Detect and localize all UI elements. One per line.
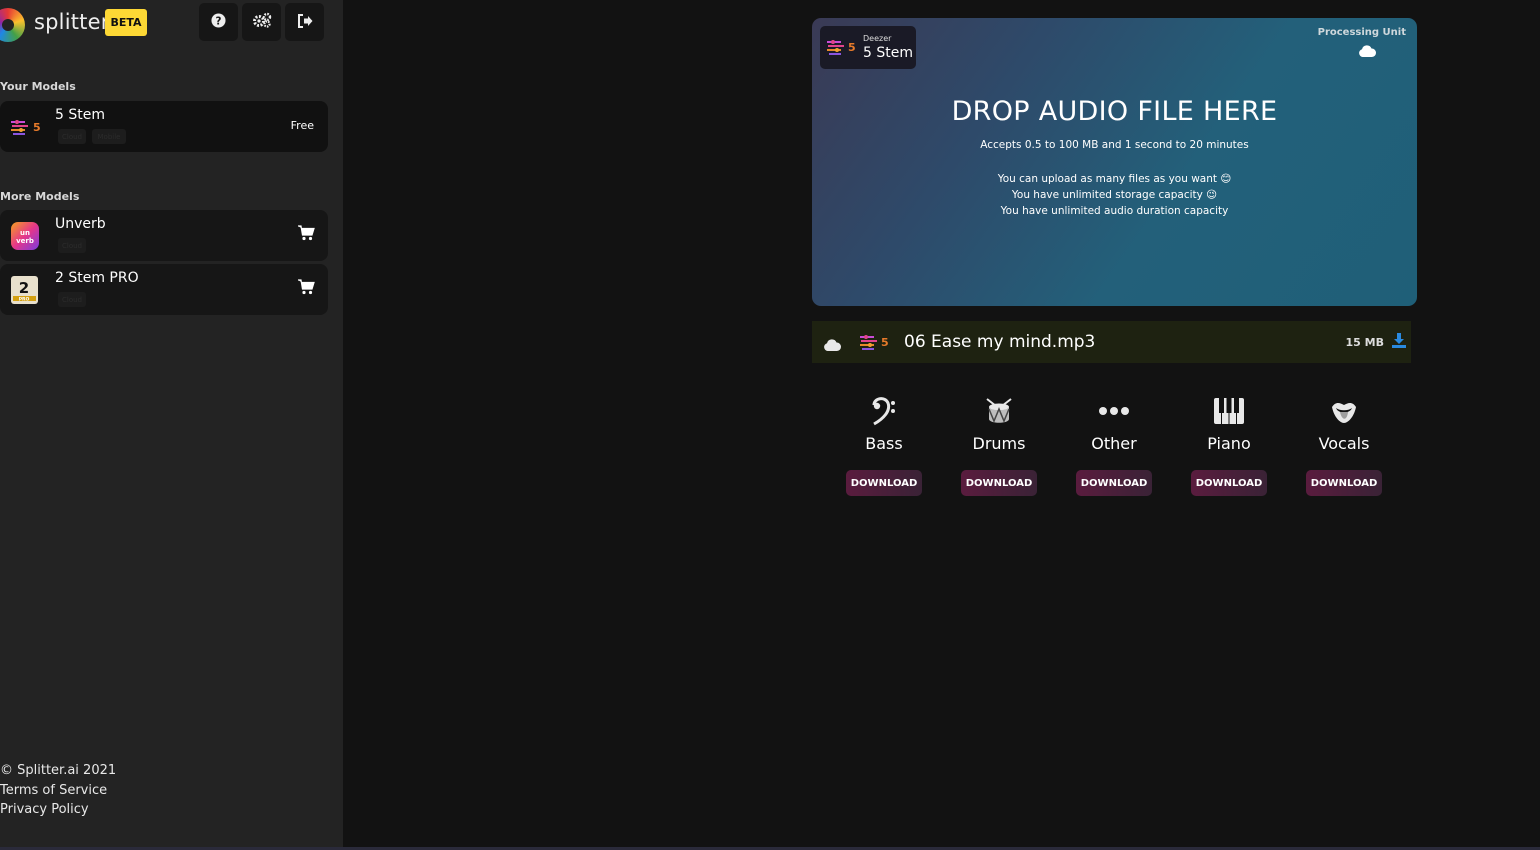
- svg-text:2: 2: [19, 279, 29, 297]
- drop-title: DROP AUDIO FILE HERE: [951, 96, 1278, 127]
- stem-label: Other: [1091, 434, 1137, 453]
- stem-label: Drums: [972, 434, 1026, 453]
- settings-button[interactable]: [242, 3, 281, 41]
- engine-provider: Deezer: [863, 34, 892, 43]
- file-row[interactable]: 5 06 Ease my mind.mp3 15 MB: [812, 321, 1411, 363]
- model-card-unverb[interactable]: un verb Unverb Cloud: [0, 210, 328, 261]
- mouth-icon: [1294, 392, 1394, 430]
- download-vocals-button[interactable]: DOWNLOAD: [1306, 470, 1382, 496]
- five-stem-thumb-icon: 5: [826, 38, 856, 60]
- accepts-text: Accepts 0.5 to 100 MB and 1 second to 20…: [980, 139, 1249, 151]
- five-stem-thumb-icon: 5: [9, 113, 41, 141]
- ellipsis-icon: [1064, 392, 1164, 430]
- cloud-icon: [823, 336, 842, 351]
- logo-icon[interactable]: [0, 8, 25, 42]
- model-price: Free: [290, 119, 314, 132]
- file-name: 06 Ease my mind.mp3: [904, 332, 1096, 352]
- unverb-thumb-icon: un verb: [9, 222, 40, 250]
- logout-button[interactable]: [285, 3, 324, 41]
- stem-label: Bass: [865, 434, 903, 453]
- file-size: 15 MB: [1345, 336, 1384, 349]
- download-drums-button[interactable]: DOWNLOAD: [961, 470, 1037, 496]
- sidebar: splitter BETA ? Your Models 5 5 Stem Clo…: [0, 0, 343, 850]
- stem-label: Vocals: [1318, 434, 1370, 453]
- svg-text:un: un: [20, 229, 30, 237]
- tag-cloud: Cloud: [58, 129, 86, 144]
- cart-icon[interactable]: [298, 225, 315, 245]
- svg-text:5: 5: [33, 121, 40, 134]
- help-button[interactable]: ?: [199, 3, 238, 41]
- stem-drums: Drums DOWNLOAD: [949, 392, 1049, 502]
- download-bass-button[interactable]: DOWNLOAD: [846, 470, 922, 496]
- svg-text:verb: verb: [16, 237, 34, 245]
- more-models-heading: More Models: [0, 190, 80, 203]
- terms-link[interactable]: Terms of Service: [0, 783, 107, 798]
- model-name: 2 Stem PRO: [55, 270, 139, 286]
- brand-name[interactable]: splitter: [34, 10, 110, 34]
- privacy-link[interactable]: Privacy Policy: [0, 802, 89, 817]
- tag-cloud: Cloud: [58, 238, 86, 253]
- engine-model: 5 Stem: [863, 45, 913, 61]
- model-name: Unverb: [55, 216, 106, 232]
- stem-piano: Piano DOWNLOAD: [1179, 392, 1279, 502]
- audio-dropzone[interactable]: 5 Deezer 5 Stem Processing Unit DROP AUD…: [812, 18, 1417, 306]
- beta-badge: BETA: [105, 9, 147, 36]
- engine-badge[interactable]: 5 Deezer 5 Stem: [820, 26, 916, 69]
- cloud-icon: [1358, 42, 1377, 57]
- cart-icon[interactable]: [298, 279, 315, 299]
- stem-other: Other DOWNLOAD: [1064, 392, 1164, 502]
- your-models-heading: Your Models: [0, 80, 76, 93]
- stem-label: Piano: [1207, 434, 1251, 453]
- copyright-text: © Splitter.ai 2021: [0, 763, 117, 778]
- tag-cloud: Cloud: [58, 292, 86, 307]
- model-card-2-stem-pro[interactable]: 2 PRO 2 Stem PRO Cloud: [0, 264, 328, 315]
- download-other-button[interactable]: DOWNLOAD: [1076, 470, 1152, 496]
- storage-info-text: You have unlimited storage capacity 😉: [1011, 189, 1218, 201]
- stem-vocals: Vocals DOWNLOAD: [1294, 392, 1394, 502]
- svg-text:?: ?: [216, 15, 222, 27]
- tag-mobile: Mobile: [92, 129, 126, 144]
- svg-text:5: 5: [881, 336, 889, 349]
- stem-bass: Bass DOWNLOAD: [834, 392, 934, 502]
- download-icon[interactable]: [1392, 333, 1406, 352]
- download-piano-button[interactable]: DOWNLOAD: [1191, 470, 1267, 496]
- svg-text:PRO: PRO: [19, 297, 30, 303]
- processing-unit-label: Processing Unit: [1317, 27, 1406, 38]
- question-icon: ?: [211, 12, 226, 32]
- model-card-5-stem[interactable]: 5 5 Stem Cloud Mobile Free: [0, 101, 328, 152]
- piano-keys-icon: [1179, 392, 1279, 430]
- drum-icon: [949, 392, 1049, 430]
- logout-icon: [297, 13, 313, 32]
- gears-icon: [252, 12, 272, 32]
- five-stem-thumb-icon: 5: [859, 333, 889, 351]
- svg-text:5: 5: [848, 41, 856, 54]
- upload-info-text: You can upload as many files as you want…: [997, 173, 1232, 185]
- model-name: 5 Stem: [55, 107, 105, 123]
- bass-clef-icon: [834, 392, 934, 430]
- duration-info-text: You have unlimited audio duration capaci…: [1000, 205, 1229, 217]
- two-stem-pro-thumb-icon: 2 PRO: [9, 276, 40, 304]
